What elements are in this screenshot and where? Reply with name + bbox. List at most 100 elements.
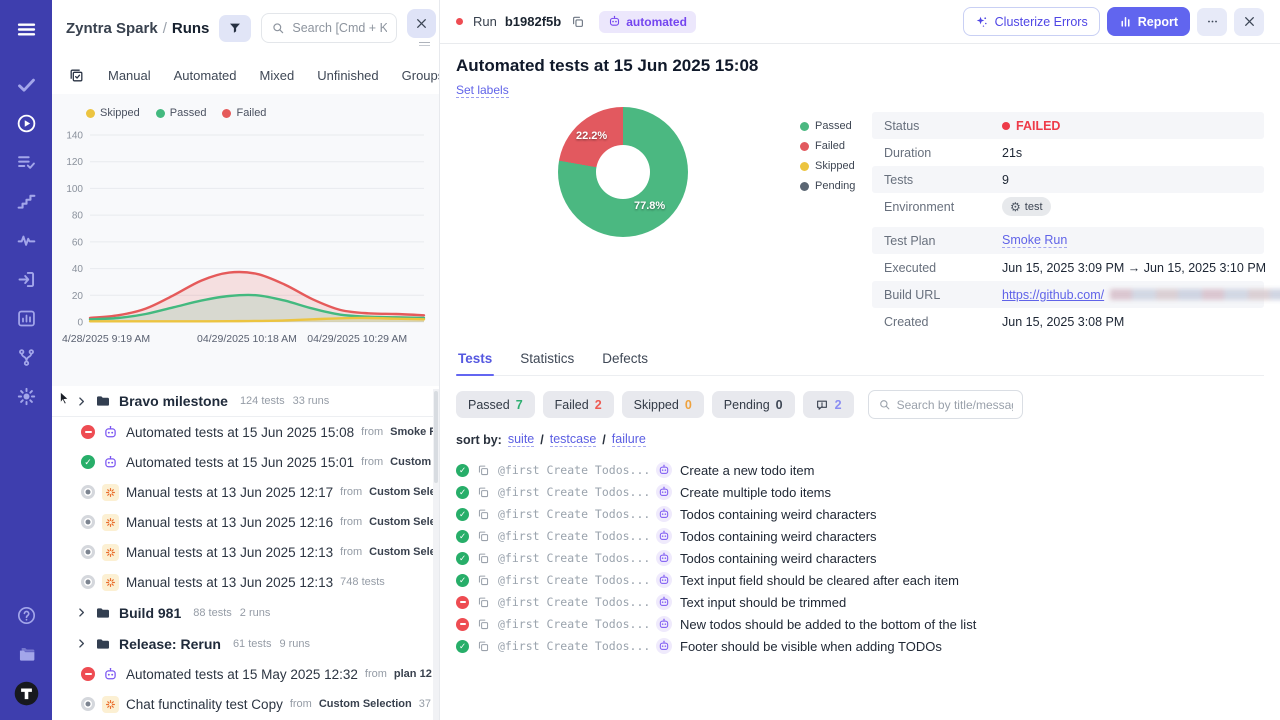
run-status-neutral-icon [81, 697, 95, 711]
comments-filter-chip[interactable]: 2 [803, 391, 854, 418]
app-logo[interactable] [6, 676, 46, 710]
automated-test-icon [656, 550, 672, 566]
sort-by-suite[interactable]: suite [508, 432, 534, 447]
test-row[interactable]: @first Create Todos...Text input should … [456, 591, 1264, 613]
run-type-manual-icon [102, 574, 119, 591]
run-detail-body: Automated tests at 15 Jun 2025 15:08 Set… [440, 44, 1280, 657]
tab-defects[interactable]: Defects [600, 351, 650, 375]
run-row[interactable]: Manual tests at 13 Jun 2025 12:16fromCus… [52, 507, 439, 537]
run-row[interactable]: Automated tests at 15 Jun 2025 15:08from… [52, 417, 439, 447]
runs-play-icon[interactable] [6, 106, 46, 140]
legend-item: Pending [800, 180, 855, 192]
filter-passed-chip[interactable]: Passed7 [456, 391, 535, 418]
test-row[interactable]: ✓@first Create Todos...Create multiple t… [456, 481, 1264, 503]
tab-mixed[interactable]: Mixed [260, 68, 295, 83]
select-runs-icon[interactable] [68, 67, 85, 84]
test-plan-link[interactable]: Smoke Run [1002, 233, 1067, 248]
runs-trend-chart: 0204060801001201404/28/2025 9:19 AM04/29… [60, 125, 432, 350]
redacted-url-segment [1110, 289, 1280, 300]
test-status-passed-icon: ✓ [456, 574, 469, 587]
svg-text:60: 60 [72, 237, 84, 248]
svg-text:0: 0 [77, 318, 83, 329]
detail-value: FAILED [1002, 119, 1060, 133]
automated-badge-label: automated [626, 15, 687, 29]
filter-runs-button[interactable] [219, 15, 251, 42]
run-row[interactable]: Manual tests at 13 Jun 2025 12:13748 tes… [52, 567, 439, 597]
projects-folder-icon[interactable] [6, 637, 46, 671]
sort-by-testcase[interactable]: testcase [550, 432, 597, 447]
filter-pending-chip[interactable]: Pending0 [712, 391, 795, 418]
tab-groups[interactable]: Groups [402, 68, 440, 83]
svg-text:100: 100 [66, 184, 83, 195]
run-row[interactable]: Automated tests at 15 May 2025 12:32from… [52, 659, 439, 689]
help-icon[interactable] [6, 598, 46, 632]
close-run-button[interactable] [1234, 8, 1264, 36]
runs-panel-header: Zyntra Spark/Runs [52, 0, 439, 56]
test-row[interactable]: @first Create Todos...New todos should b… [456, 613, 1264, 635]
run-row[interactable]: Chat functinality test CopyfromCustom Se… [52, 689, 439, 719]
filter-failed-chip[interactable]: Failed2 [543, 391, 614, 418]
test-row[interactable]: ✓@first Create Todos...Todos containing … [456, 525, 1264, 547]
close-panel-button[interactable] [407, 9, 436, 38]
run-details-table: StatusFAILEDDuration21sTests9Environment… [872, 112, 1264, 335]
import-icon[interactable] [6, 262, 46, 296]
run-type-manual-icon [102, 484, 119, 501]
menu-icon[interactable] [6, 12, 46, 46]
tests-search-input[interactable] [897, 398, 1013, 412]
folder-row[interactable]: Bravo milestone124 tests33 runs [52, 386, 439, 417]
settings-gear-icon[interactable] [6, 379, 46, 413]
breadcrumb-project[interactable]: Zyntra Spark [66, 20, 158, 37]
tab-statistics[interactable]: Statistics [518, 351, 576, 375]
milestones-steps-icon[interactable] [6, 184, 46, 218]
folder-title: Bravo milestone [119, 393, 228, 409]
tab-manual[interactable]: Manual [108, 68, 151, 83]
run-row[interactable]: ✓Automated tests at 15 Jun 2025 15:01fro… [52, 447, 439, 477]
run-status-passed-icon: ✓ [81, 455, 95, 469]
clusterize-errors-button[interactable]: Clusterize Errors [963, 7, 1100, 36]
report-button[interactable]: Report [1107, 7, 1190, 36]
from-label: from [340, 546, 362, 558]
test-row[interactable]: ✓@first Create Todos...Todos containing … [456, 547, 1264, 569]
runs-search-input[interactable] [292, 21, 387, 35]
sort-by-failure[interactable]: failure [612, 432, 646, 447]
test-status-passed-icon: ✓ [456, 552, 469, 565]
build-url-link[interactable]: https://github.com/ [1002, 288, 1104, 302]
run-source: Custom Selection [369, 486, 439, 498]
tests-check-icon[interactable] [6, 67, 46, 101]
test-row[interactable]: ✓@first Create Todos...Todos containing … [456, 503, 1264, 525]
analytics-chart-icon[interactable] [6, 301, 46, 335]
close-icon [415, 17, 428, 30]
test-row[interactable]: ✓@first Create Todos...Create a new todo… [456, 459, 1264, 481]
runs-list-panel: Zyntra Spark/Runs Manual Automated Mixed Un… [52, 0, 440, 720]
run-row[interactable]: Manual tests at 13 Jun 2025 12:13fromCus… [52, 537, 439, 567]
automated-test-icon [656, 616, 672, 632]
filter-skipped-chip[interactable]: Skipped0 [622, 391, 704, 418]
run-source: Custom Selection [319, 698, 412, 710]
more-actions-button[interactable] [1197, 8, 1227, 36]
panel-resize-handle-icon[interactable] [419, 42, 430, 46]
test-status-failed-icon [456, 596, 469, 609]
branches-icon[interactable] [6, 340, 46, 374]
test-row[interactable]: ✓@first Create Todos...Footer should be … [456, 635, 1264, 657]
tab-unfinished[interactable]: Unfinished [317, 68, 378, 83]
folder-row[interactable]: Build 98188 tests2 runs [52, 597, 439, 628]
chip-label: Skipped [634, 398, 679, 412]
trend-chart-legend: SkippedPassedFailed [60, 107, 433, 119]
test-title: Text input should be trimmed [680, 595, 846, 610]
run-row[interactable]: Manual tests at 13 Jun 2025 12:17fromCus… [52, 477, 439, 507]
pulse-activity-icon[interactable] [6, 223, 46, 257]
tab-tests[interactable]: Tests [456, 351, 494, 375]
set-labels-link[interactable]: Set labels [456, 83, 509, 98]
run-title: Automated tests at 15 Jun 2025 15:01 [126, 455, 354, 470]
folder-row[interactable]: Release: Rerun61 tests9 runs [52, 628, 439, 659]
test-title: Todos containing weird characters [680, 529, 877, 544]
legend-label: Skipped [815, 160, 855, 172]
test-row[interactable]: ✓@first Create Todos...Text input field … [456, 569, 1264, 591]
copy-run-id-button[interactable] [569, 13, 587, 31]
clusterize-errors-label: Clusterize Errors [995, 15, 1088, 29]
test-plans-list-icon[interactable] [6, 145, 46, 179]
left-panel-scrollbar[interactable] [433, 389, 439, 720]
run-status-dot [456, 18, 463, 25]
tab-automated[interactable]: Automated [174, 68, 237, 83]
run-title: Manual tests at 13 Jun 2025 12:17 [126, 485, 333, 500]
